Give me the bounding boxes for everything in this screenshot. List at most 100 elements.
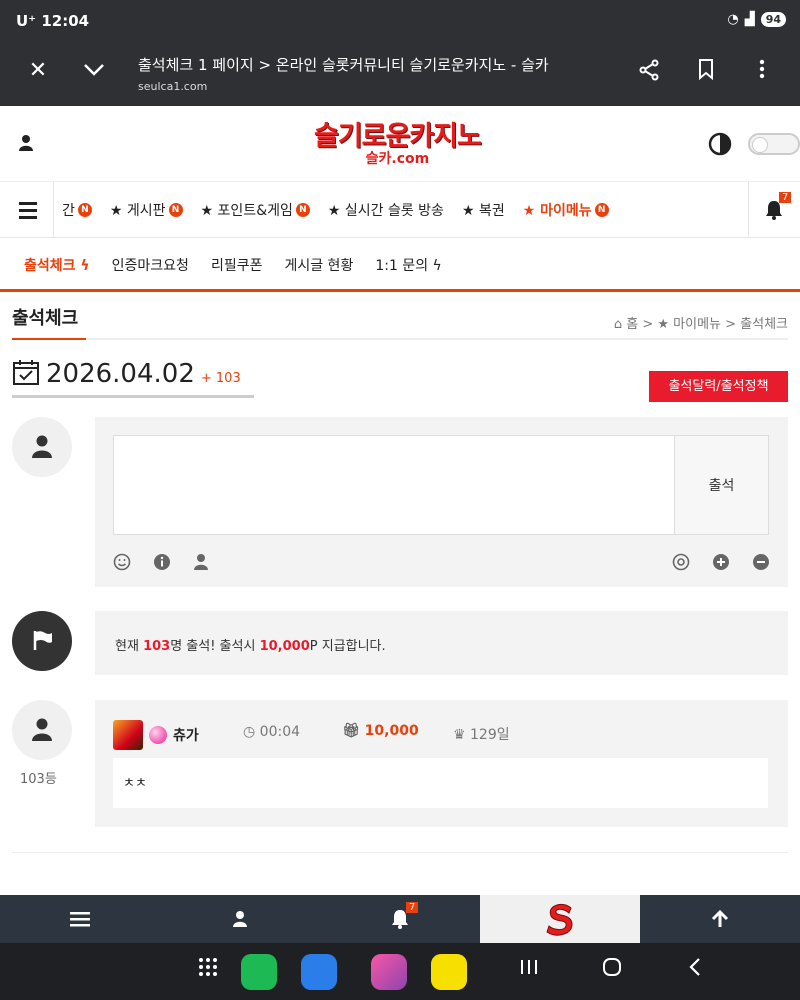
divider bbox=[12, 338, 788, 340]
bottom-user-button[interactable] bbox=[160, 895, 320, 943]
checkin-form: 출석 bbox=[95, 417, 788, 587]
lightning-icon: ϟ bbox=[80, 258, 90, 274]
close-icon[interactable]: ✕ bbox=[22, 58, 54, 83]
kakaotalk-app-icon[interactable] bbox=[431, 954, 467, 990]
browser-toolbar: ✕ 출석체크 1 페이지 > 온라인 슬롯커뮤니티 슬기로운카지노 - 슬카 s… bbox=[0, 44, 800, 106]
trophy-icon: ♛ bbox=[453, 727, 466, 743]
battery-icon: 94 bbox=[760, 12, 786, 27]
bottom-notification-count: 7 bbox=[406, 902, 419, 913]
entry-author[interactable]: 츄가 bbox=[113, 720, 199, 750]
emoticon-icon[interactable] bbox=[113, 553, 131, 575]
site-s-logo-icon bbox=[546, 903, 573, 936]
site-header: 슬기로운카지노 슬카.com bbox=[0, 106, 800, 182]
bottom-menu-button[interactable] bbox=[0, 895, 160, 943]
nav-item-partial[interactable]: 간N bbox=[62, 200, 92, 220]
contrast-icon[interactable] bbox=[708, 132, 732, 160]
entry-time: ◷ 00:04 bbox=[243, 724, 300, 740]
app-drawer-icon[interactable] bbox=[198, 957, 218, 983]
browser-url: seulca1.com bbox=[138, 80, 208, 93]
subnav-post-status[interactable]: 게시글 현황 bbox=[284, 255, 353, 275]
share-icon[interactable] bbox=[633, 58, 665, 88]
notification-count: 7 bbox=[779, 192, 792, 203]
dark-mode-toggle[interactable] bbox=[748, 133, 800, 155]
signal-icon: ▟ bbox=[744, 12, 755, 27]
browser-page-title: 출석체크 1 페이지 > 온라인 슬롯커뮤니티 슬기로운카지노 - 슬카 bbox=[138, 56, 549, 74]
logo-sub-text: 슬카.com bbox=[365, 151, 430, 167]
refresh-icon[interactable] bbox=[672, 553, 690, 575]
hamburger-menu-icon[interactable] bbox=[0, 182, 54, 238]
nav-item-my-menu[interactable]: ★ 마이메뉴 N bbox=[523, 200, 609, 220]
attendance-count: + 103 bbox=[200, 370, 241, 386]
divider bbox=[12, 852, 788, 853]
checkin-submit-button[interactable]: 출석 bbox=[674, 435, 769, 535]
entry-days: ♛ 129일 bbox=[453, 724, 510, 744]
nav-label: ★ 마이메뉴 bbox=[522, 203, 592, 219]
subnav-refill-coupon[interactable]: 리필쿠폰 bbox=[211, 255, 263, 275]
user-icon[interactable] bbox=[18, 134, 34, 156]
nav-label: ★ 복권 bbox=[461, 203, 505, 219]
bottom-home-logo-button[interactable] bbox=[480, 895, 640, 943]
phone-app-icon[interactable] bbox=[241, 954, 277, 990]
date-row: 2026.04.02 + 103 bbox=[12, 358, 241, 390]
logo-main-text: 슬기로운카지노 bbox=[314, 121, 482, 152]
messages-app-icon[interactable] bbox=[301, 954, 337, 990]
plus-circle-icon[interactable] bbox=[712, 553, 730, 575]
breadcrumb: ⌂ 홈 > ★ 마이메뉴 > 출석체크 bbox=[614, 313, 788, 332]
nav-item-live-slot[interactable]: ★ 실시간 슬롯 방송 bbox=[328, 200, 444, 220]
main-nav: 간N ★ 게시판 N ★ 포인트&게임 N ★ 실시간 슬롯 방송 ★ 복권 ★ 마… bbox=[0, 182, 800, 238]
carrier-label: U⁺ bbox=[16, 12, 37, 30]
entry-nickname: 츄가 bbox=[173, 728, 199, 744]
flag-avatar bbox=[12, 611, 72, 671]
sub-nav-items: 출석체크 ϟ 인증마크요청 리필쿠폰 게시글 현황 1:1 문의 ϟ bbox=[24, 255, 442, 275]
scroll-top-button[interactable] bbox=[640, 895, 800, 943]
new-badge: N bbox=[594, 203, 609, 217]
subnav-cert-mark[interactable]: 인증마크요청 bbox=[112, 255, 189, 275]
recent-apps-icon[interactable] bbox=[520, 957, 538, 982]
breadcrumb-text: 홈 > ★ 마이메뉴 > 출석체크 bbox=[626, 317, 788, 332]
subnav-inquiry[interactable]: 1:1 문의 ϟ bbox=[375, 255, 441, 275]
attendance-date: 2026.04.02 bbox=[46, 359, 195, 389]
entry-comment: ㅊㅊ bbox=[113, 758, 768, 808]
level-badge-icon bbox=[149, 726, 167, 744]
more-menu-icon[interactable] bbox=[746, 58, 778, 86]
sub-nav: 출석체크 ϟ 인증마크요청 리필쿠폰 게시글 현황 1:1 문의 ϟ bbox=[0, 238, 800, 292]
back-nav-icon[interactable] bbox=[688, 957, 702, 983]
nav-label: ★ 게시판 bbox=[109, 203, 166, 219]
main-nav-items: 간N ★ 게시판 N ★ 포인트&게임 N ★ 실시간 슬롯 방송 ★ 복권 ★ 마… bbox=[62, 200, 609, 220]
gallery-app-icon[interactable] bbox=[371, 954, 407, 990]
status-icons: ◔ ▟ 94 bbox=[727, 12, 786, 27]
arrow-up-icon bbox=[711, 910, 729, 927]
attendance-entry: 츄가 ◷ 00:04 🎁︎ 10,000 ♛ 129일 ㅊㅊ bbox=[95, 700, 788, 827]
page-title: 출석체크 bbox=[12, 308, 79, 329]
nav-item-board[interactable]: ★ 게시판 N bbox=[110, 200, 183, 220]
nav-item-lottery[interactable]: ★ 복권 bbox=[462, 200, 505, 220]
notification-button[interactable]: 7 bbox=[748, 182, 800, 238]
person-icon[interactable] bbox=[193, 553, 209, 575]
checkin-comment-input[interactable] bbox=[113, 435, 675, 535]
subnav-attendance[interactable]: 출석체크 ϟ bbox=[24, 255, 90, 275]
comment-tools-left bbox=[113, 553, 209, 575]
chevron-down-icon[interactable] bbox=[78, 58, 110, 83]
bottom-notification-button[interactable]: 7 bbox=[320, 895, 480, 943]
calendar-check-icon bbox=[12, 358, 40, 390]
bookmark-icon[interactable] bbox=[690, 58, 722, 86]
site-logo[interactable]: 슬기로운카지노 슬카.com bbox=[314, 121, 482, 167]
android-nav-bar bbox=[0, 943, 800, 1000]
home-nav-icon[interactable] bbox=[602, 957, 622, 983]
nav-item-points-games[interactable]: ★ 포인트&게임 N bbox=[201, 200, 310, 220]
info-icon[interactable] bbox=[153, 553, 171, 575]
entry-time-text: 00:04 bbox=[259, 724, 301, 740]
lightning-icon: ϟ bbox=[432, 258, 442, 274]
attendance-policy-button[interactable]: 출석달력/출석정책 bbox=[649, 371, 788, 402]
clock-icon: ◷ bbox=[243, 724, 256, 740]
new-badge: N bbox=[295, 203, 310, 217]
clock: 12:04 bbox=[41, 12, 90, 30]
attendance-notice: 현재 103명 출석! 출석시 10,000P 지급합니다. bbox=[95, 611, 788, 675]
entry-days-text: 129일 bbox=[470, 727, 510, 743]
nav-label: ★ 실시간 슬롯 방송 bbox=[327, 203, 444, 219]
entry-points: 🎁︎ 10,000 bbox=[342, 723, 419, 739]
date-underline bbox=[12, 395, 254, 398]
gift-icon: 🎁︎ bbox=[342, 723, 360, 739]
minus-circle-icon[interactable] bbox=[752, 553, 770, 575]
nav-label: 간 bbox=[62, 203, 75, 219]
